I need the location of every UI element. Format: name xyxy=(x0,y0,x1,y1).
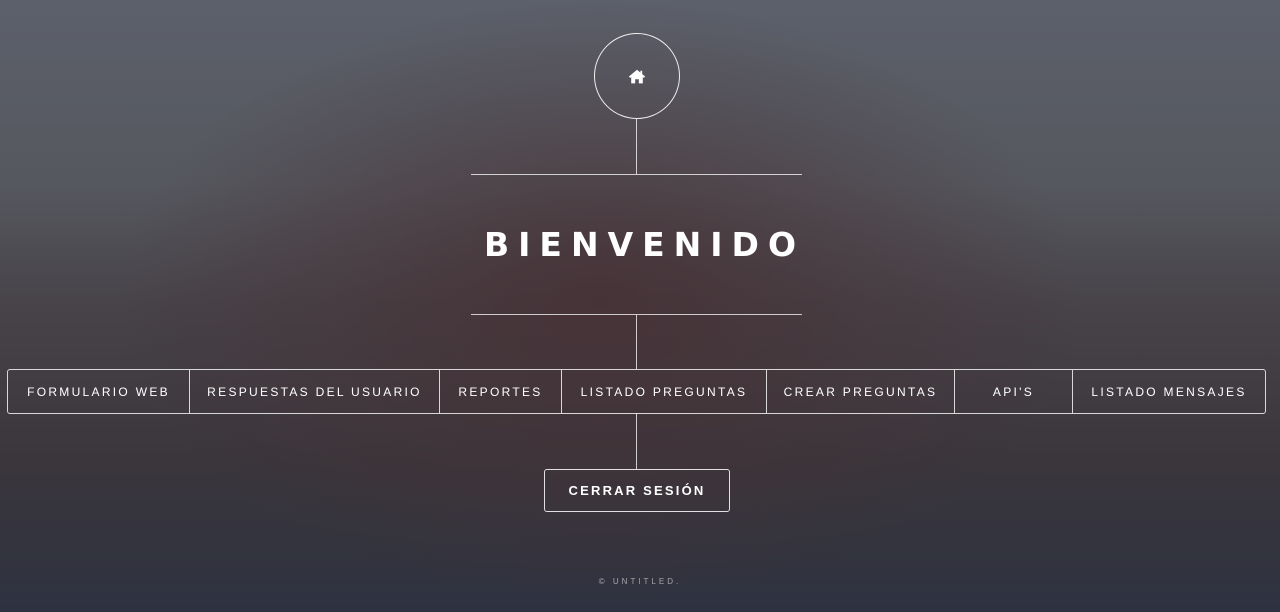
home-icon xyxy=(628,69,646,84)
nav-item-listado-preguntas[interactable]: LISTADO PREGUNTAS xyxy=(561,370,766,413)
page-title: BIENVENIDO xyxy=(483,225,806,264)
nav-item-crear-preguntas[interactable]: CREAR PREGUNTAS xyxy=(766,370,954,413)
main-nav: FORMULARIO WEB RESPUESTAS DEL USUARIO RE… xyxy=(7,369,1266,414)
connector-line-bottom xyxy=(636,413,637,469)
nav-item-listado-mensajes[interactable]: LISTADO MENSAJES xyxy=(1072,370,1265,413)
connector-line-middle xyxy=(636,315,637,369)
divider-top xyxy=(471,174,802,175)
nav-item-reportes[interactable]: REPORTES xyxy=(439,370,561,413)
nav-item-apis[interactable]: API'S xyxy=(954,370,1072,413)
footer-copyright: © UNTITLED. xyxy=(598,577,682,586)
connector-line-top xyxy=(636,119,637,174)
home-logo xyxy=(594,33,680,119)
logout-button[interactable]: CERRAR SESIÓN xyxy=(544,469,730,512)
nav-item-respuestas-del-usuario[interactable]: RESPUESTAS DEL USUARIO xyxy=(189,370,439,413)
nav-item-formulario-web[interactable]: FORMULARIO WEB xyxy=(8,370,189,413)
